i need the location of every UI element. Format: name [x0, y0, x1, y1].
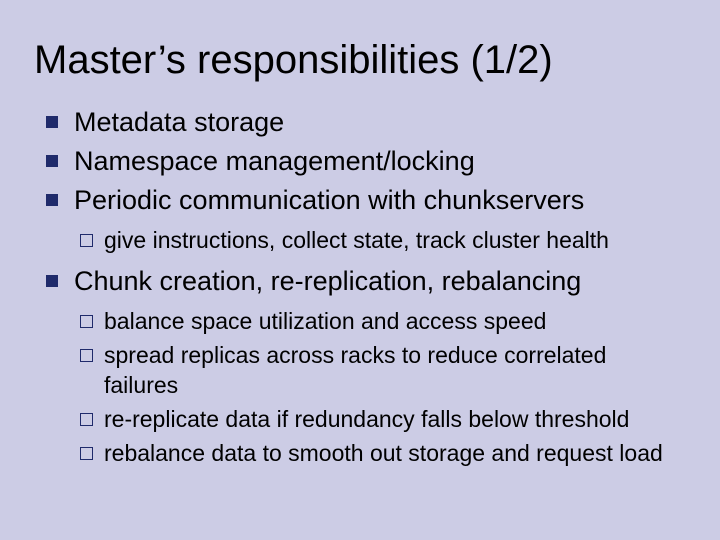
list-item-text: Chunk creation, re-replication, rebalanc…	[74, 266, 581, 296]
list-item-text: Namespace management/locking	[74, 146, 475, 176]
sub-list-item: spread replicas across racks to reduce c…	[74, 341, 686, 401]
sub-list: give instructions, collect state, track …	[74, 226, 686, 256]
sub-list-item: rebalance data to smooth out storage and…	[74, 439, 686, 469]
list-item: Chunk creation, re-replication, rebalanc…	[40, 264, 686, 469]
sub-list-item: balance space utilization and access spe…	[74, 307, 686, 337]
list-item: Periodic communication with chunkservers…	[40, 183, 686, 256]
slide-title: Master’s responsibilities (1/2)	[34, 38, 686, 83]
list-item: Namespace management/locking	[40, 144, 686, 179]
list-item-text: Metadata storage	[74, 107, 284, 137]
sub-list-item: re-replicate data if redundancy falls be…	[74, 405, 686, 435]
bullet-list: Metadata storage Namespace management/lo…	[40, 105, 686, 469]
sub-list: balance space utilization and access spe…	[74, 307, 686, 468]
list-item: Metadata storage	[40, 105, 686, 140]
list-item-text: Periodic communication with chunkservers	[74, 185, 584, 215]
sub-list-item: give instructions, collect state, track …	[74, 226, 686, 256]
